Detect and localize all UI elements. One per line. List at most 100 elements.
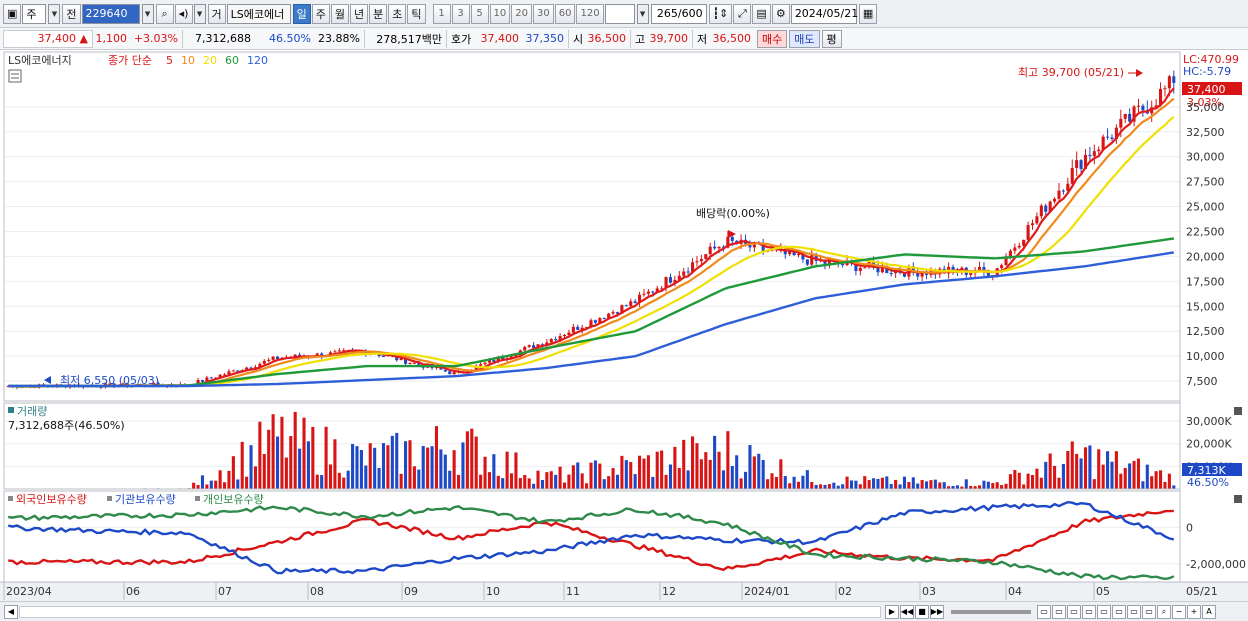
volume-bar: [814, 484, 818, 489]
buy-button[interactable]: 매수: [757, 29, 788, 48]
holding-legend-item: 기관보유수량: [115, 493, 176, 506]
volume-bar: [1013, 469, 1017, 489]
volume-bar: [1128, 463, 1132, 489]
volume-bar: [699, 459, 703, 489]
holding-legend-item: 개인보유수량: [203, 493, 264, 506]
volume-bar: [417, 469, 421, 489]
chevron-down-icon[interactable]: ▼: [193, 3, 206, 24]
gear-icon[interactable]: ⚙: [771, 3, 790, 24]
candle-body: [646, 291, 650, 294]
scroll-left-icon[interactable]: ◀: [4, 604, 18, 619]
search-icon[interactable]: ⌕: [1157, 604, 1171, 619]
rewind-icon[interactable]: ◀◀: [900, 604, 914, 619]
layout-icon[interactable]: ▭: [1112, 604, 1126, 619]
layout-icon[interactable]: ▭: [1142, 604, 1156, 619]
period-tab[interactable]: 주: [311, 3, 330, 24]
speaker-icon[interactable]: ◂): [174, 3, 193, 24]
candle-body: [1030, 223, 1035, 226]
period-tab[interactable]: 분: [369, 3, 388, 24]
stock-code-input[interactable]: 229640: [81, 3, 140, 24]
volume-bar: [567, 474, 571, 489]
bar-count-field[interactable]: 265/600: [650, 3, 707, 24]
chart-area[interactable]: LS에코에너지 종가 단순 5 10 20 60 120 LC:470.99 HC:-5…: [0, 50, 1248, 601]
volume-bar: [324, 426, 328, 489]
layout-icon[interactable]: ▭: [1037, 604, 1051, 619]
close-panel-icon[interactable]: [1234, 407, 1242, 415]
period-tab[interactable]: 일: [292, 3, 311, 24]
close-panel-icon[interactable]: [1234, 495, 1242, 503]
layout-icon[interactable]: ▭: [1097, 604, 1111, 619]
date-input[interactable]: 2024/05/21: [790, 3, 858, 24]
volume-bar: [236, 479, 240, 489]
avg-button[interactable]: 평: [821, 29, 842, 48]
volume-bar: [898, 484, 902, 489]
volume-bar: [925, 481, 929, 489]
volume-bar: [796, 481, 801, 489]
low-label: 저: [697, 32, 708, 46]
horizontal-scrollbar[interactable]: [19, 605, 881, 618]
chevron-down-icon[interactable]: ▼: [636, 3, 649, 24]
candle-body: [1141, 105, 1145, 111]
table-icon[interactable]: [8, 69, 22, 83]
plus-icon[interactable]: +: [1187, 604, 1201, 619]
period-tab[interactable]: 월: [330, 3, 350, 24]
zoom-slider[interactable]: [951, 609, 1031, 614]
calendar-icon[interactable]: ▦: [858, 3, 878, 24]
layout-icon[interactable]: ▭: [1067, 604, 1081, 619]
volume-bar: [240, 441, 244, 489]
sell-button[interactable]: 매도: [789, 29, 820, 48]
candle-settings-icon[interactable]: ┇⇕: [708, 3, 733, 24]
save-icon[interactable]: ▤: [752, 3, 771, 24]
period-tab[interactable]: 초: [388, 3, 407, 24]
interval-tab[interactable]: 3: [451, 3, 470, 24]
trade-button[interactable]: 거: [207, 3, 226, 24]
volume-bar: [602, 479, 606, 489]
volume-bar: [748, 445, 752, 489]
play-icon[interactable]: ▶: [885, 604, 899, 619]
candle-body: [624, 305, 628, 307]
interval-tab[interactable]: 30: [533, 3, 554, 24]
interval-tab[interactable]: 1: [432, 3, 451, 24]
font-size-icon[interactable]: A: [1202, 604, 1216, 619]
layout-icon[interactable]: ▭: [1127, 604, 1141, 619]
max-price-note: 최고 39,700 (05/21): [1018, 66, 1124, 79]
interval-tab[interactable]: 120: [576, 3, 604, 24]
volume-bar: [1172, 485, 1176, 489]
market-select[interactable]: 주: [22, 3, 47, 24]
bar-count-max: /600: [677, 7, 703, 20]
volume-bar: [351, 444, 355, 489]
chevron-down-icon[interactable]: ▼: [141, 3, 154, 24]
volume-bar: [589, 462, 593, 489]
volume-bar: [298, 448, 302, 489]
interval-tab[interactable]: 10: [489, 3, 511, 24]
interval-custom-input[interactable]: [604, 3, 635, 24]
period-tab[interactable]: 틱: [407, 3, 426, 24]
volume-bar: [205, 484, 209, 489]
volume-bar: [677, 467, 681, 489]
volume-bar: [381, 443, 386, 489]
volume-bar: [474, 436, 478, 489]
interval-tab[interactable]: 60: [554, 3, 576, 24]
candle-body: [686, 271, 690, 273]
volume-bar: [452, 450, 456, 489]
volume-ratio: 46.50%: [269, 32, 311, 45]
search-icon[interactable]: ⌕: [155, 3, 174, 24]
volume-bar: [443, 454, 447, 489]
layout-icon[interactable]: ▭: [1082, 604, 1096, 619]
window-menu-icon[interactable]: ▣: [3, 3, 22, 24]
fast-forward-icon[interactable]: ▶▶: [930, 604, 944, 619]
minus-icon[interactable]: −: [1172, 604, 1186, 619]
period-tab[interactable]: 년: [350, 3, 369, 24]
draw-tool-icon[interactable]: ⤢: [733, 3, 752, 24]
x-axis-label: 09: [404, 585, 418, 598]
layout-icon[interactable]: ▭: [1052, 604, 1066, 619]
stop-icon[interactable]: ■: [915, 604, 929, 619]
chart-canvas[interactable]: LS에코에너지 종가 단순 5 10 20 60 120 LC:470.99 HC:-5…: [0, 50, 1248, 601]
interval-tab[interactable]: 20: [511, 3, 532, 24]
interval-tab[interactable]: 5: [470, 3, 489, 24]
prev-button[interactable]: 전: [62, 3, 81, 24]
chevron-down-icon[interactable]: ▼: [48, 3, 61, 24]
volume-bar: [885, 476, 889, 489]
volume-bar: [421, 445, 425, 489]
candle-body: [571, 326, 575, 333]
